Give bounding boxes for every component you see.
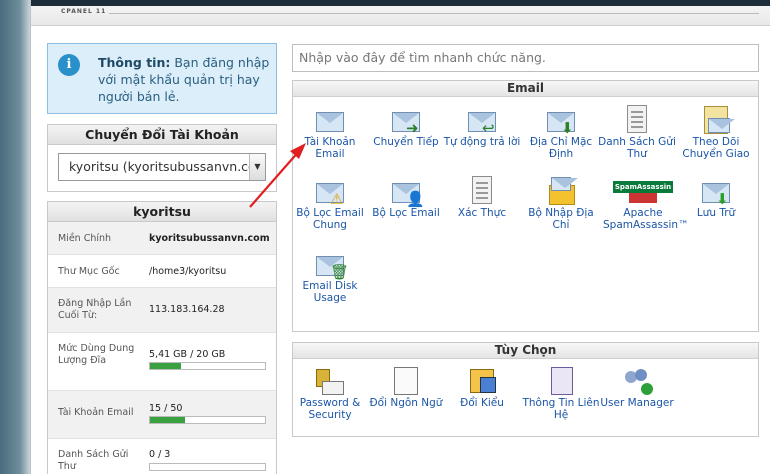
- switch-account-box: Chuyển Đổi Tài Khoản kyoritsu (kyoritsub…: [47, 124, 277, 192]
- options-item-label: Đổi Ngôn Ngữ: [369, 397, 443, 409]
- info-icon: i: [58, 54, 80, 76]
- stat-label: Danh Sách Gửi Thư: [58, 449, 129, 472]
- mailing-lists-bar: [149, 463, 266, 471]
- email-item[interactable]: Tài Khoản Email: [290, 104, 370, 160]
- stat-value: 15 / 50: [149, 403, 183, 414]
- email-item-label: Danh Sách Gửi Thư: [598, 136, 676, 160]
- archive-icon: ⬇: [700, 175, 732, 207]
- email-item[interactable]: ↩ Tự động trả lời: [442, 104, 522, 148]
- stat-row-mailing-lists: Danh Sách Gửi Thư 0 / 3: [48, 439, 276, 474]
- options-panel-title: Tùy Chọn: [293, 343, 758, 359]
- stat-value: 113.183.164.28: [149, 304, 225, 315]
- email-item-label: Email Disk Usage: [302, 280, 358, 304]
- top-bar: CPANEL 11: [31, 0, 770, 26]
- options-item-label: Thông Tin Liên Hệ: [522, 397, 600, 421]
- options-item[interactable]: Thông Tin Liên Hệ: [521, 365, 601, 421]
- stat-row-last-login: Đăng Nhập Lần Cuối Từ: 113.183.164.28: [48, 288, 276, 333]
- stat-value: kyoritsubussanvn.com: [149, 233, 270, 244]
- options-panel: Tùy Chọn Password & Security Đổi Ngôn Ngữ…: [292, 342, 759, 437]
- stat-label: Thư Mục Gốc: [58, 266, 120, 277]
- password-security-icon: [314, 365, 346, 397]
- stat-row-email-accounts: Tài Khoản Email 15 / 50: [48, 391, 276, 439]
- email-item[interactable]: Bộ Nhập Địa Chỉ: [521, 175, 601, 231]
- email-item[interactable]: Theo Dõi Chuyển Giao: [676, 104, 756, 160]
- email-item-label: Tự động trả lời: [443, 136, 521, 148]
- forwarders-icon: ➜: [390, 104, 422, 136]
- track-delivery-icon: [700, 104, 735, 136]
- account-select[interactable]: kyoritsu (kyoritsubussanvn.co ▼: [58, 153, 266, 181]
- stat-row-home-dir: Thư Mục Gốc /home3/kyoritsu: [48, 255, 276, 288]
- email-item-label: Xác Thực: [457, 207, 507, 219]
- email-item-label: Apache SpamAssassin™: [603, 207, 689, 231]
- email-item[interactable]: SpamAssassin Apache SpamAssassin™: [603, 175, 689, 231]
- progress-fill: [150, 363, 182, 369]
- options-item[interactable]: User Manager: [597, 365, 677, 409]
- stat-value: /home3/kyoritsu: [149, 266, 227, 277]
- cpanel-frame: CPANEL 11 i Thông tin: Bạn đăng nhập với…: [30, 0, 770, 474]
- options-item-label: Đổi Kiểu: [460, 397, 504, 409]
- stat-label: Tài Khoản Email: [58, 407, 134, 418]
- account-select-value: kyoritsu (kyoritsubussanvn.co: [69, 159, 256, 174]
- email-filters-icon: 👤: [390, 175, 425, 207]
- email-item[interactable]: 👤 Bộ Lọc Email: [366, 175, 446, 219]
- email-panel: Email Tài Khoản Email ➜ Chuyển Tiếp ↩ Tự độn…: [292, 80, 759, 332]
- account-title: kyoritsu: [48, 202, 276, 222]
- change-language-icon: [390, 365, 422, 397]
- address-importer-icon: [545, 175, 578, 207]
- email-item[interactable]: Xác Thực: [442, 175, 522, 219]
- default-address-icon: ⬇: [545, 104, 577, 136]
- email-item-label: Chuyển Tiếp: [373, 136, 439, 148]
- stat-value: 5,41 GB / 20 GB: [149, 349, 226, 360]
- email-item[interactable]: ➜ Chuyển Tiếp: [366, 104, 446, 148]
- email-item[interactable]: ⚠ Bộ Lọc Email Chung: [290, 175, 370, 231]
- progress-fill: [150, 417, 185, 423]
- top-divider: [109, 13, 759, 14]
- email-item-label: Bộ Nhập Địa Chỉ: [528, 207, 594, 231]
- options-item-label: Password & Security: [299, 397, 361, 421]
- contact-info-icon: [545, 365, 577, 397]
- global-email-filters-icon: ⚠: [314, 175, 346, 207]
- email-item[interactable]: ⬇ Địa Chỉ Mặc Định: [521, 104, 601, 160]
- quick-search-input[interactable]: Nhập vào đây để tìm nhanh chức năng.: [292, 44, 759, 72]
- switch-account-title: Chuyển Đổi Tài Khoản: [48, 125, 276, 145]
- disk-usage-bar: [149, 362, 266, 370]
- info-text: Thông tin: Bạn đăng nhập với mật khẩu qu…: [98, 54, 273, 105]
- chevron-down-icon[interactable]: ▼: [249, 154, 265, 180]
- email-disk-usage-icon: 🗑: [314, 248, 349, 280]
- email-item-label: Theo Dõi Chuyển Giao: [682, 136, 750, 160]
- account-stats-box: kyoritsu Miền Chính kyoritsubussanvn.com…: [47, 201, 277, 474]
- options-item[interactable]: Đổi Ngôn Ngữ: [366, 365, 446, 409]
- stat-value: 0 / 3: [149, 449, 171, 460]
- email-item-label: Địa Chỉ Mặc Định: [529, 136, 593, 160]
- mailing-lists-icon: [621, 104, 653, 136]
- options-item-label: User Manager: [600, 397, 674, 409]
- options-item[interactable]: Password & Security: [290, 365, 370, 421]
- email-item[interactable]: 🗑 Email Disk Usage: [290, 248, 370, 304]
- email-item-label: Tài Khoản Email: [304, 136, 356, 160]
- stat-row-disk-usage: Mức Dùng Dung Lượng Đĩa 5,41 GB / 20 GB: [48, 333, 276, 391]
- authentication-icon: [466, 175, 498, 207]
- email-item[interactable]: ⬇ Lưu Trữ: [676, 175, 756, 219]
- stat-label: Đăng Nhập Lần Cuối Từ:: [58, 298, 132, 321]
- email-accounts-icon: [314, 104, 346, 136]
- email-item-label: Bộ Lọc Email Chung: [296, 207, 364, 231]
- stat-label: Miền Chính: [58, 233, 112, 244]
- stat-label: Mức Dùng Dung Lượng Đĩa: [58, 343, 135, 366]
- email-item-label: Bộ Lọc Email: [372, 207, 440, 219]
- autoresponders-icon: ↩: [466, 104, 498, 136]
- email-accounts-bar: [149, 416, 266, 424]
- brand-label: CPANEL 11: [61, 8, 107, 15]
- email-panel-title: Email: [293, 81, 758, 97]
- user-manager-icon: [621, 365, 653, 397]
- spamassassin-icon: SpamAssassin: [613, 175, 673, 207]
- info-notice: i Thông tin: Bạn đăng nhập với mật khẩu …: [47, 43, 277, 114]
- top-dark-strip: [31, 0, 770, 6]
- info-title: Thông tin:: [98, 55, 171, 70]
- change-style-icon: [466, 365, 498, 397]
- email-item-label: Lưu Trữ: [696, 207, 736, 219]
- options-item[interactable]: Đổi Kiểu: [442, 365, 522, 409]
- stat-row-main-domain: Miền Chính kyoritsubussanvn.com: [48, 222, 276, 255]
- email-item[interactable]: Danh Sách Gửi Thư: [597, 104, 677, 160]
